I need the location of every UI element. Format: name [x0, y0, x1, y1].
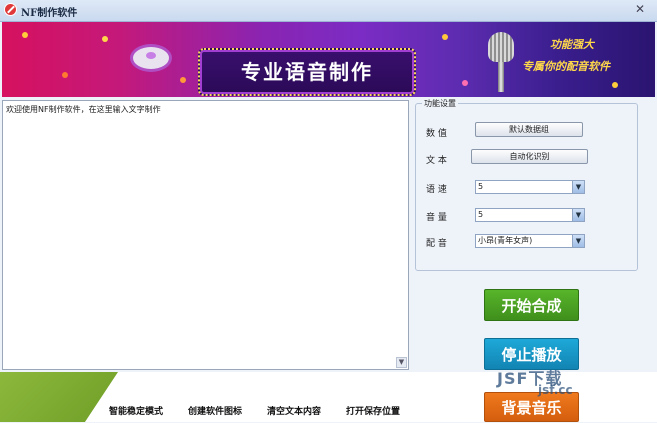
banner: 专业语音制作 功能强大 专属你的配音软件: [2, 22, 655, 97]
default-data-button[interactable]: 默认数据组: [475, 122, 583, 137]
confetti-dot: [62, 72, 68, 78]
watermark-url: jsf.cc: [538, 383, 573, 397]
start-synthesis-button[interactable]: 开始合成: [484, 289, 579, 321]
disc-graphic: [130, 44, 172, 72]
speed-label: 语 速: [426, 185, 447, 195]
speed-value: 5: [478, 182, 484, 191]
banner-headline: 专业语音制作: [241, 60, 373, 84]
volume-select[interactable]: 5 ▼: [475, 208, 585, 222]
chevron-down-icon[interactable]: ▼: [572, 181, 584, 193]
chevron-down-icon[interactable]: ▼: [572, 235, 584, 247]
open-save-location-link[interactable]: 打开保存位置: [346, 404, 400, 417]
confetti-dot: [180, 77, 186, 83]
microphone-icon: [488, 32, 514, 62]
confetti-dot: [442, 34, 448, 40]
volume-value: 5: [478, 210, 484, 219]
text-input-content: 欢迎使用NF制作软件，在这里输入文字制作: [6, 105, 161, 114]
banner-slogan-2: 专属你的配音软件: [522, 60, 610, 73]
confetti-dot: [102, 36, 108, 42]
settings-legend: 功能设置: [422, 98, 458, 109]
confetti-dot: [462, 80, 468, 86]
scroll-down-arrow-icon[interactable]: ▼: [396, 357, 407, 368]
title-bar: NF制作软件 ✕: [0, 0, 657, 22]
speed-select[interactable]: 5 ▼: [475, 180, 585, 194]
confetti-dot: [612, 82, 618, 88]
banner-headline-board: 专业语音制作: [198, 48, 416, 96]
volume-label: 音 量: [426, 213, 447, 223]
text-input-area[interactable]: 欢迎使用NF制作软件，在这里输入文字制作 ▼: [2, 100, 409, 370]
microphone-stand-icon: [498, 62, 504, 92]
window-title: NF制作软件: [21, 8, 78, 19]
close-button[interactable]: ✕: [631, 2, 649, 17]
voice-label: 配 音: [426, 239, 447, 249]
confetti-dot: [22, 32, 28, 38]
smart-stable-mode-link[interactable]: 智能稳定模式: [109, 404, 163, 417]
auto-recognize-button[interactable]: 自动化识别: [471, 149, 588, 164]
create-shortcut-link[interactable]: 创建软件图标: [188, 404, 242, 417]
voice-value: 小昂(青年女声): [478, 236, 533, 245]
text-label: 文 本: [426, 156, 447, 166]
clear-text-link[interactable]: 清空文本内容: [267, 404, 321, 417]
app-icon: [4, 3, 17, 16]
voice-select[interactable]: 小昂(青年女声) ▼: [475, 234, 585, 248]
data-label: 数 值: [426, 129, 447, 139]
banner-slogan-1: 功能强大: [550, 38, 594, 51]
chevron-down-icon[interactable]: ▼: [572, 209, 584, 221]
